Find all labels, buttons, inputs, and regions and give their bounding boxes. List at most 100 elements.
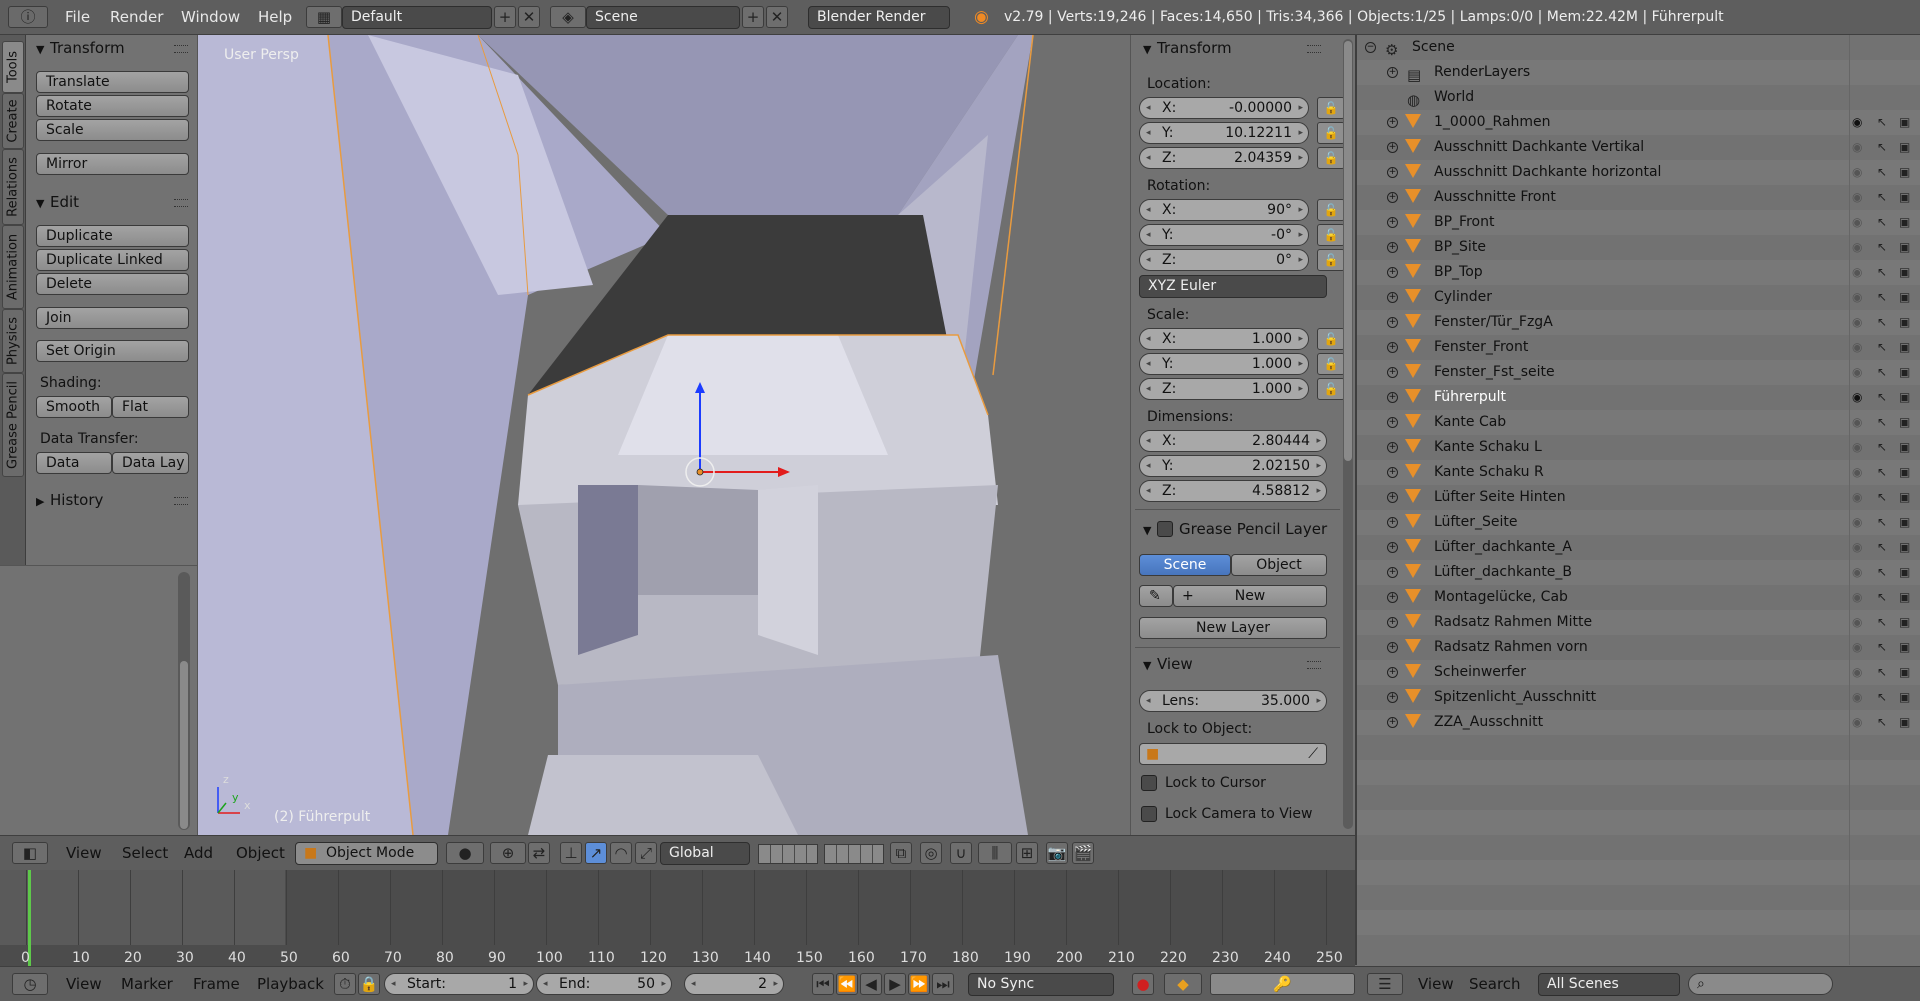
- lock-object-field[interactable]: ■ ⟋: [1139, 743, 1327, 765]
- rotate-button[interactable]: Rotate: [36, 95, 189, 117]
- mirror-button[interactable]: Mirror: [36, 153, 189, 175]
- expand-toggle-icon[interactable]: +: [1387, 617, 1398, 628]
- rotation-y-field[interactable]: ◂ Y: -0° ▸: [1139, 224, 1309, 246]
- visibility-eye-icon[interactable]: ◉: [1852, 285, 1862, 310]
- visibility-eye-icon[interactable]: ◉: [1852, 135, 1862, 160]
- renderability-camera-icon[interactable]: ▣: [1899, 710, 1910, 735]
- render-image-icon[interactable]: 📷: [1046, 842, 1068, 864]
- scale-y-field[interactable]: ◂ Y: 1.000 ▸: [1139, 353, 1309, 375]
- lock-cursor-checkbox[interactable]: [1141, 775, 1157, 791]
- renderability-camera-icon[interactable]: ▣: [1899, 135, 1910, 160]
- outliner-item[interactable]: + Scheinwerfer ◉ ↖ ▣: [1357, 660, 1920, 685]
- lock-icon[interactable]: 🔓: [1317, 122, 1345, 144]
- expand-toggle-icon[interactable]: +: [1387, 492, 1398, 503]
- expand-toggle-icon[interactable]: +: [1387, 567, 1398, 578]
- dimensions-x-field[interactable]: ◂ X: 2.80444 ▸: [1139, 430, 1327, 452]
- menu-view[interactable]: View: [66, 975, 102, 993]
- panel-grip-icon[interactable]: [1307, 661, 1321, 669]
- panel-grip-icon[interactable]: [174, 199, 188, 207]
- editor-type-icon[interactable]: ◷: [12, 973, 48, 995]
- outliner-item[interactable]: − ⚙ Scene: [1357, 35, 1920, 60]
- menu-render[interactable]: Render: [110, 0, 163, 35]
- lock-icon[interactable]: 🔓: [1317, 199, 1345, 221]
- menu-frame[interactable]: Frame: [193, 975, 240, 993]
- proportional-edit-icon[interactable]: ◎: [920, 842, 942, 864]
- outliner-item[interactable]: + Fenster_Front ◉ ↖ ▣: [1357, 335, 1920, 360]
- scene-add-icon[interactable]: +: [742, 6, 764, 28]
- renderability-camera-icon[interactable]: ▣: [1899, 585, 1910, 610]
- outliner-item[interactable]: + ZZA_Ausschnitt ◉ ↖ ▣: [1357, 710, 1920, 735]
- render-animation-icon[interactable]: 🎬: [1072, 842, 1094, 864]
- renderability-camera-icon[interactable]: ▣: [1899, 510, 1910, 535]
- selectability-cursor-icon[interactable]: ↖: [1877, 435, 1887, 460]
- renderability-camera-icon[interactable]: ▣: [1899, 435, 1910, 460]
- expand-toggle-icon[interactable]: +: [1387, 67, 1398, 78]
- lock-layers-icon[interactable]: ⧉: [890, 842, 912, 864]
- renderability-camera-icon[interactable]: ▣: [1899, 660, 1910, 685]
- layout-dropdown[interactable]: Default: [342, 6, 492, 29]
- renderability-camera-icon[interactable]: ▣: [1899, 535, 1910, 560]
- editor-type-icon[interactable]: ◧: [12, 842, 48, 864]
- props-transform-header[interactable]: ▼ Transform: [1143, 37, 1232, 59]
- outliner-item[interactable]: + Kante Cab ◉ ↖ ▣: [1357, 410, 1920, 435]
- renderability-camera-icon[interactable]: ▣: [1899, 185, 1910, 210]
- outliner-item[interactable]: + Lüfter Seite Hinten ◉ ↖ ▣: [1357, 485, 1920, 510]
- tab-physics[interactable]: Physics: [2, 309, 24, 373]
- selectability-cursor-icon[interactable]: ↖: [1877, 210, 1887, 235]
- expand-toggle-icon[interactable]: +: [1387, 317, 1398, 328]
- scale-z-field[interactable]: ◂ Z: 1.000 ▸: [1139, 378, 1309, 400]
- visibility-eye-icon[interactable]: ◉: [1852, 235, 1862, 260]
- selectability-cursor-icon[interactable]: ↖: [1877, 260, 1887, 285]
- expand-toggle-icon[interactable]: +: [1387, 242, 1398, 253]
- translate-button[interactable]: Translate: [36, 71, 189, 93]
- viewport-shading-icon[interactable]: ●: [446, 842, 484, 864]
- visibility-eye-icon[interactable]: ◉: [1852, 635, 1862, 660]
- eyedropper-icon[interactable]: ⟋: [1308, 744, 1318, 764]
- expand-toggle-icon[interactable]: +: [1387, 592, 1398, 603]
- jump-keyframe-forward-icon[interactable]: ⏩: [908, 973, 930, 995]
- visibility-eye-icon[interactable]: ◉: [1852, 485, 1862, 510]
- visibility-eye-icon[interactable]: ◉: [1852, 535, 1862, 560]
- expand-toggle-icon[interactable]: +: [1387, 142, 1398, 153]
- lock-frame-icon[interactable]: 🔒: [358, 973, 380, 995]
- renderability-camera-icon[interactable]: ▣: [1899, 210, 1910, 235]
- outliner-item[interactable]: + Fenster/Tür_FzgA ◉ ↖ ▣: [1357, 310, 1920, 335]
- lock-icon[interactable]: 🔓: [1317, 249, 1345, 271]
- scene-icon[interactable]: ◈: [550, 6, 586, 28]
- info-editor-icon[interactable]: ⓘ: [8, 6, 48, 28]
- tab-animation[interactable]: Animation: [2, 225, 24, 309]
- history-panel-header[interactable]: ▶ History: [36, 489, 103, 511]
- selectability-cursor-icon[interactable]: ↖: [1877, 460, 1887, 485]
- renderability-camera-icon[interactable]: ▣: [1899, 260, 1910, 285]
- visibility-eye-icon[interactable]: ◉: [1852, 110, 1862, 135]
- outliner-item[interactable]: + Lüfter_dachkante_A ◉ ↖ ▣: [1357, 535, 1920, 560]
- selectability-cursor-icon[interactable]: ↖: [1877, 360, 1887, 385]
- expand-toggle-icon[interactable]: +: [1387, 267, 1398, 278]
- location-z-field[interactable]: ◂ Z: 2.04359 ▸: [1139, 147, 1309, 169]
- outliner-item[interactable]: + Lüfter_dachkante_B ◉ ↖ ▣: [1357, 560, 1920, 585]
- expand-toggle-icon[interactable]: +: [1387, 642, 1398, 653]
- mode-dropdown[interactable]: ■ Object Mode: [295, 842, 438, 865]
- renderability-camera-icon[interactable]: ▣: [1899, 160, 1910, 185]
- expand-toggle-icon[interactable]: +: [1387, 717, 1398, 728]
- data-layout-button[interactable]: Data Lay: [112, 452, 189, 474]
- expand-toggle-icon[interactable]: +: [1387, 517, 1398, 528]
- scrollbar-thumb[interactable]: [1344, 41, 1352, 461]
- outliner-item[interactable]: + Cylinder ◉ ↖ ▣: [1357, 285, 1920, 310]
- visibility-eye-icon[interactable]: ◉: [1852, 685, 1862, 710]
- visibility-eye-icon[interactable]: ◉: [1852, 560, 1862, 585]
- location-x-field[interactable]: ◂ X: -0.00000 ▸: [1139, 97, 1309, 119]
- 3d-viewport[interactable]: User Persp z y x (2) Führerpult: [198, 35, 1130, 835]
- delete-button[interactable]: Delete: [36, 273, 189, 295]
- outliner-item[interactable]: + Führerpult ◉ ↖ ▣: [1357, 385, 1920, 410]
- visibility-eye-icon[interactable]: ◉: [1852, 260, 1862, 285]
- menu-search[interactable]: Search: [1469, 975, 1521, 993]
- selectability-cursor-icon[interactable]: ↖: [1877, 510, 1887, 535]
- orientation-dropdown[interactable]: Global: [660, 842, 750, 865]
- visibility-eye-icon[interactable]: ◉: [1852, 160, 1862, 185]
- menu-view[interactable]: View: [66, 844, 102, 862]
- visibility-eye-icon[interactable]: ◉: [1852, 360, 1862, 385]
- lock-icon[interactable]: 🔓: [1317, 147, 1345, 169]
- expand-toggle-icon[interactable]: +: [1387, 392, 1398, 403]
- selectability-cursor-icon[interactable]: ↖: [1877, 235, 1887, 260]
